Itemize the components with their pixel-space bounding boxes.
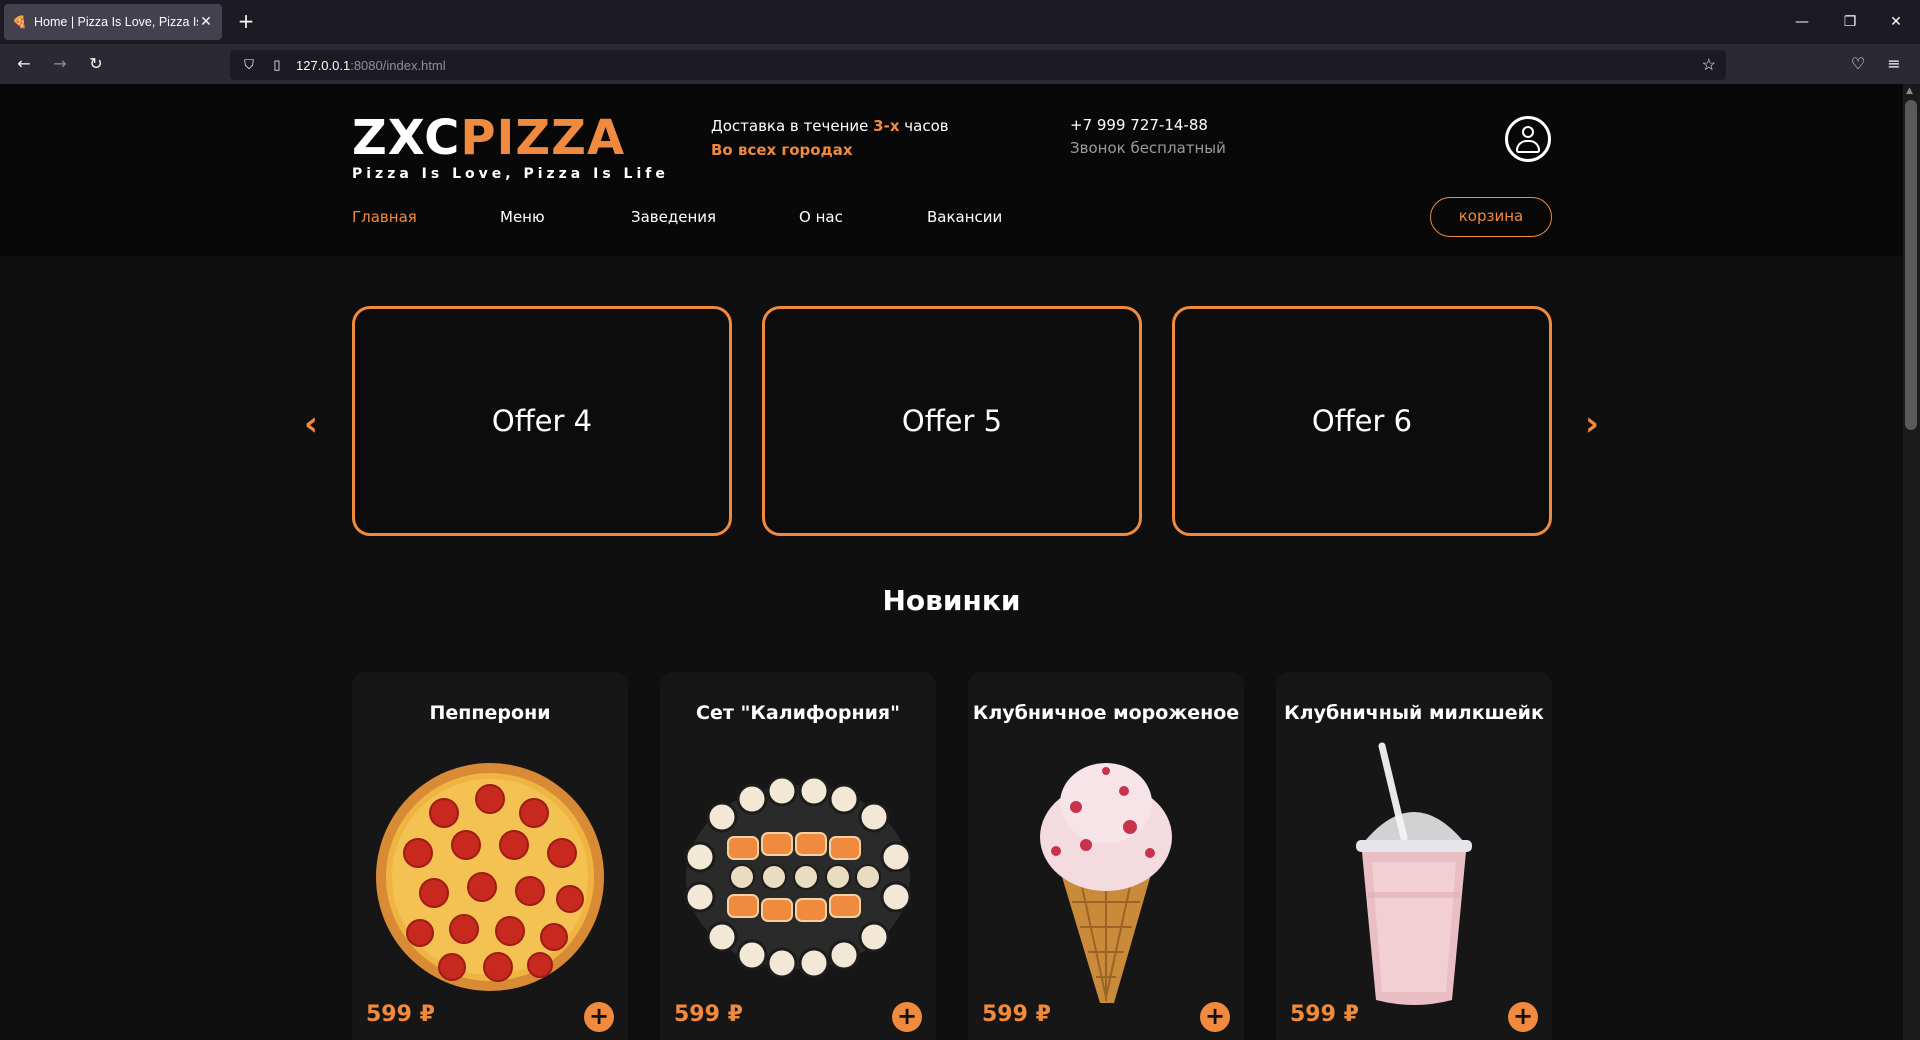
product-name: Клубничное мороженое	[972, 702, 1240, 724]
product-card[interactable]: Клубничное мороженое	[968, 672, 1244, 1040]
site-logo[interactable]: ZXCPIZZA Pizza Is Love, Pizza Is Life	[352, 114, 669, 182]
scroll-up-icon[interactable]: ▲	[1906, 86, 1913, 96]
add-to-cart-icon[interactable]: +	[892, 1002, 922, 1032]
phone-note: Звонок бесплатный	[1070, 139, 1226, 157]
delivery-hours: 3-х	[873, 117, 900, 135]
page-viewport: ZXCPIZZA Pizza Is Love, Pizza Is Life До…	[0, 84, 1903, 1040]
pizza-favicon-icon: 🍕	[12, 15, 27, 29]
delivery-suffix: часов	[899, 117, 949, 135]
product-price: 599 ₽	[1290, 1002, 1359, 1027]
nav-item-about[interactable]: О нас	[799, 208, 927, 226]
nav-item-home[interactable]: Главная	[352, 208, 500, 226]
product-name: Пепперони	[429, 702, 551, 724]
nav-item-vacancies[interactable]: Вакансии	[927, 208, 1027, 226]
url-bar[interactable]: ⛉ ▯ 127.0.0.1:8080/index.html ☆	[230, 50, 1726, 80]
new-tab-icon[interactable]: +	[234, 10, 258, 34]
add-to-cart-icon[interactable]: +	[1508, 1002, 1538, 1032]
phone-number[interactable]: +7 999 727-14-88	[1070, 114, 1226, 137]
logo-slogan: Pizza Is Love, Pizza Is Life	[352, 166, 669, 182]
reload-icon[interactable]: ↻	[84, 52, 108, 76]
browser-tab-bar: 🍕 Home | Pizza Is Love, Pizza Is Life ✕ …	[0, 0, 1920, 44]
tab-title: Home | Pizza Is Love, Pizza Is Life	[34, 15, 198, 29]
minimize-icon[interactable]: —	[1790, 10, 1814, 34]
delivery-cities: Во всех городах	[711, 141, 853, 159]
close-tab-icon[interactable]: ✕	[198, 14, 214, 30]
phone-info: +7 999 727-14-88 Звонок бесплатный	[1070, 114, 1226, 160]
sushi-set-image	[678, 742, 918, 1012]
site-header: ZXCPIZZA Pizza Is Love, Pizza Is Life До…	[0, 84, 1903, 256]
cart-button[interactable]: корзина	[1430, 197, 1552, 237]
pepperoni-pizza-image	[370, 742, 610, 1012]
pocket-icon[interactable]: ♡	[1846, 52, 1870, 76]
section-title-new: Новинки	[882, 584, 1021, 617]
bookmark-star-icon[interactable]: ☆	[1702, 55, 1716, 75]
delivery-info: Доставка в течение 3-х часов Во всех гор…	[711, 114, 949, 162]
page-icon: ▯	[273, 57, 281, 72]
offer-card[interactable]: Offer 4	[352, 306, 732, 536]
product-price: 599 ₽	[982, 1002, 1051, 1027]
scrollbar-thumb[interactable]	[1905, 100, 1917, 430]
offer-card[interactable]: Offer 6	[1172, 306, 1552, 536]
delivery-prefix: Доставка в течение	[711, 117, 874, 135]
browser-tab[interactable]: 🍕 Home | Pizza Is Love, Pizza Is Life ✕	[4, 4, 222, 40]
product-card[interactable]: Сет "Калифорния"	[660, 672, 936, 1040]
logo-zxc: ZXC	[352, 110, 461, 166]
main-nav: Главная Меню Заведения О нас Вакансии	[352, 208, 1027, 226]
logo-pizza: PIZZA	[460, 110, 626, 166]
product-price: 599 ₽	[674, 1002, 743, 1027]
offer-card[interactable]: Offer 5	[762, 306, 1142, 536]
strawberry-milkshake-image	[1294, 742, 1534, 1012]
nav-item-locations[interactable]: Заведения	[631, 208, 799, 226]
app-menu-icon[interactable]: ≡	[1882, 52, 1906, 76]
url-host: 127.0.0.1	[296, 57, 351, 73]
restore-icon[interactable]: ❐	[1838, 10, 1862, 34]
account-icon[interactable]	[1505, 116, 1551, 162]
strawberry-ice-cream-image	[986, 742, 1226, 1012]
close-window-icon[interactable]: ✕	[1884, 10, 1908, 34]
add-to-cart-icon[interactable]: +	[1200, 1002, 1230, 1032]
product-name: Сет "Калифорния"	[696, 702, 900, 724]
product-price: 599 ₽	[366, 1002, 435, 1027]
slider-next-icon[interactable]: ›	[1577, 404, 1607, 444]
product-card[interactable]: Пепперони	[352, 672, 628, 1040]
url-path: :8080/index.html	[350, 57, 446, 73]
shield-icon[interactable]: ⛉	[240, 57, 258, 73]
back-icon[interactable]: ←	[12, 52, 36, 76]
add-to-cart-icon[interactable]: +	[584, 1002, 614, 1032]
nav-item-menu[interactable]: Меню	[500, 208, 631, 226]
product-name: Клубничный милкшейк	[1284, 702, 1544, 724]
forward-icon[interactable]: →	[48, 52, 72, 76]
product-card[interactable]: Клубничный милкшейк	[1276, 672, 1552, 1040]
browser-nav-bar: ← → ↻ ⛉ ▯ 127.0.0.1:8080/index.html ☆ ♡ …	[0, 44, 1920, 84]
slider-prev-icon[interactable]: ‹	[296, 404, 326, 444]
